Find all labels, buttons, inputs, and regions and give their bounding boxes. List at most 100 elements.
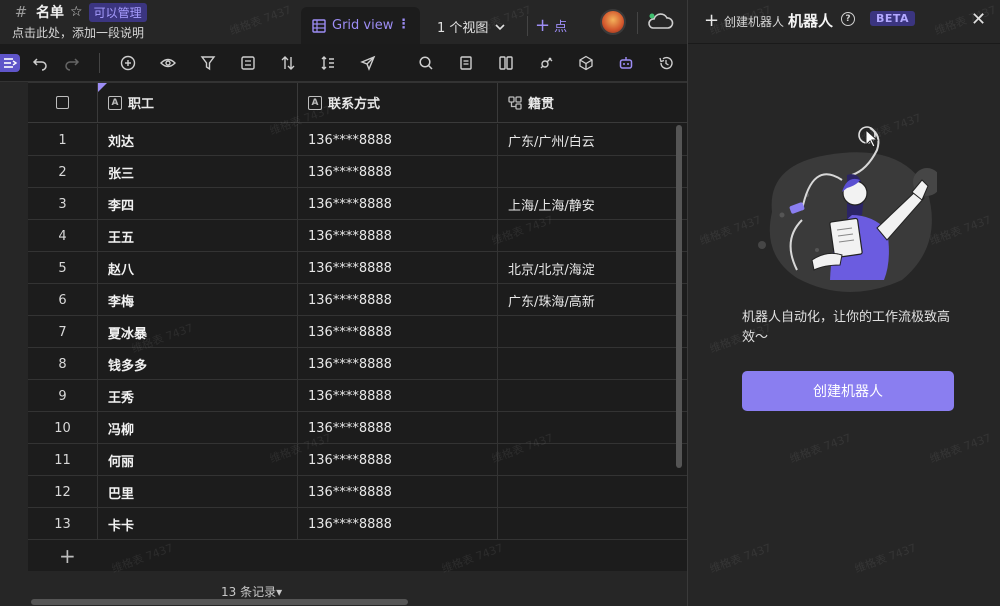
column-header-origin[interactable]: 籍贯	[498, 83, 687, 123]
cell-name[interactable]: 王秀	[98, 380, 298, 412]
redo-icon[interactable]	[62, 53, 82, 73]
create-robot-link[interactable]: 创建机器人	[724, 13, 784, 30]
table-row[interactable]: 1 刘达 136****8888 广东/广州/白云	[28, 124, 687, 156]
cell-name[interactable]: 张三	[98, 156, 298, 188]
datasheet-description[interactable]: 点击此处，添加一段说明	[12, 24, 144, 41]
table-row[interactable]: 13 卡卡 136****8888	[28, 508, 687, 540]
cell-origin[interactable]	[498, 220, 687, 252]
cell-name[interactable]: 李梅	[98, 284, 298, 316]
table-row[interactable]: 4 王五 136****8888	[28, 220, 687, 252]
create-robot-button[interactable]: 创建机器人	[742, 371, 954, 411]
record-count[interactable]: 13 条记录▾	[221, 583, 282, 600]
cell-name[interactable]: 冯柳	[98, 412, 298, 444]
cell-name[interactable]: 刘达	[98, 124, 298, 156]
table-row[interactable]: 7 夏冰暴 136****8888	[28, 316, 687, 348]
table-row[interactable]: 6 李梅 136****8888 广东/珠海/高新	[28, 284, 687, 316]
row-number: 12	[28, 476, 98, 508]
cell-origin[interactable]	[498, 156, 687, 188]
table-row[interactable]: 11 何丽 136****8888	[28, 444, 687, 476]
plus-icon[interactable]: +	[704, 10, 719, 31]
star-icon[interactable]: ☆	[70, 4, 83, 20]
cell-phone[interactable]: 136****8888	[298, 124, 498, 156]
cell-name[interactable]: 卡卡	[98, 508, 298, 540]
group-icon[interactable]	[238, 53, 258, 73]
search-icon[interactable]	[416, 53, 436, 73]
cell-origin[interactable]: 广东/珠海/高新	[498, 284, 687, 316]
cell-phone[interactable]: 136****8888	[298, 380, 498, 412]
cell-phone[interactable]: 136****8888	[298, 188, 498, 220]
cascade-field-icon	[508, 95, 522, 110]
cell-phone[interactable]: 136****8888	[298, 316, 498, 348]
views-dropdown[interactable]: 1 个视图	[437, 17, 506, 36]
more-vertical-icon[interactable]: ⋮	[397, 17, 410, 32]
datasheet-title[interactable]: 名单	[36, 2, 64, 22]
cell-origin[interactable]: 北京/北京/海淀	[498, 252, 687, 284]
cell-origin[interactable]	[498, 476, 687, 508]
cell-phone[interactable]: 136****8888	[298, 220, 498, 252]
cell-phone[interactable]: 136****8888	[298, 508, 498, 540]
api-icon[interactable]	[536, 53, 556, 73]
column-header-contact[interactable]: A 联系方式	[298, 83, 498, 123]
cube-icon[interactable]	[576, 53, 596, 73]
row-number: 8	[28, 348, 98, 380]
sort-icon[interactable]	[278, 53, 298, 73]
cell-name[interactable]: 夏冰暴	[98, 316, 298, 348]
table-row[interactable]: 5 赵八 136****8888 北京/北京/海淀	[28, 252, 687, 284]
datasheet-header: # 名单 ☆ 可以管理 点击此处，添加一段说明 Grid view ⋮ 1 个视…	[0, 0, 687, 44]
cell-name[interactable]: 何丽	[98, 444, 298, 476]
expand-sidebar-icon[interactable]	[0, 54, 20, 72]
cell-origin[interactable]	[498, 412, 687, 444]
cell-name[interactable]: 钱多多	[98, 348, 298, 380]
table-row[interactable]: 8 钱多多 136****8888	[28, 348, 687, 380]
cell-phone[interactable]: 136****8888	[298, 476, 498, 508]
sync-cloud-icon[interactable]	[646, 10, 674, 32]
cell-origin[interactable]: 上海/上海/静安	[498, 188, 687, 220]
permission-badge[interactable]: 可以管理	[88, 2, 147, 22]
cell-name[interactable]: 赵八	[98, 252, 298, 284]
cell-name[interactable]: 王五	[98, 220, 298, 252]
cell-phone[interactable]: 136****8888	[298, 284, 498, 316]
cell-phone[interactable]: 136****8888	[298, 348, 498, 380]
row-number: 11	[28, 444, 98, 476]
share-send-icon[interactable]	[358, 53, 378, 73]
divider	[527, 16, 528, 36]
cell-name[interactable]: 李四	[98, 188, 298, 220]
column-header-name[interactable]: A 职工	[98, 83, 298, 123]
vertical-scrollbar[interactable]	[676, 125, 682, 468]
table-row[interactable]: 10 冯柳 136****8888	[28, 412, 687, 444]
help-icon[interactable]: ?	[841, 12, 855, 26]
cell-origin[interactable]	[498, 444, 687, 476]
plus-icon: +	[59, 544, 76, 568]
undo-icon[interactable]	[30, 53, 50, 73]
cell-name[interactable]: 巴里	[98, 476, 298, 508]
cell-origin[interactable]	[498, 380, 687, 412]
add-record-button[interactable]: +	[28, 540, 687, 572]
robot-icon[interactable]	[616, 53, 636, 73]
history-icon[interactable]	[656, 53, 676, 73]
table-row[interactable]: 12 巴里 136****8888	[28, 476, 687, 508]
table-row[interactable]: 9 王秀 136****8888	[28, 380, 687, 412]
table-row[interactable]: 3 李四 136****8888 上海/上海/静安	[28, 188, 687, 220]
form-icon[interactable]	[456, 53, 476, 73]
datasheet-icon: #	[14, 3, 28, 21]
horizontal-scrollbar[interactable]	[31, 599, 408, 605]
filter-icon[interactable]	[198, 53, 218, 73]
cell-phone[interactable]: 136****8888	[298, 444, 498, 476]
cell-origin[interactable]: 广东/广州/白云	[498, 124, 687, 156]
avatar[interactable]	[600, 9, 626, 35]
cell-origin[interactable]	[498, 316, 687, 348]
cell-origin[interactable]	[498, 348, 687, 380]
eye-icon[interactable]	[158, 53, 178, 73]
add-circle-icon[interactable]	[118, 53, 138, 73]
widget-panel-icon[interactable]	[496, 53, 516, 73]
cell-phone[interactable]: 136****8888	[298, 252, 498, 284]
table-row[interactable]: 2 张三 136****8888	[28, 156, 687, 188]
row-height-icon[interactable]	[318, 53, 338, 73]
close-icon[interactable]: ✕	[971, 9, 986, 30]
cell-origin[interactable]	[498, 508, 687, 540]
cell-phone[interactable]: 136****8888	[298, 156, 498, 188]
cell-phone[interactable]: 136****8888	[298, 412, 498, 444]
add-view-button[interactable]: + 点	[535, 16, 567, 35]
tab-grid-view[interactable]: Grid view ⋮	[301, 7, 420, 44]
select-all-checkbox[interactable]	[56, 96, 69, 109]
